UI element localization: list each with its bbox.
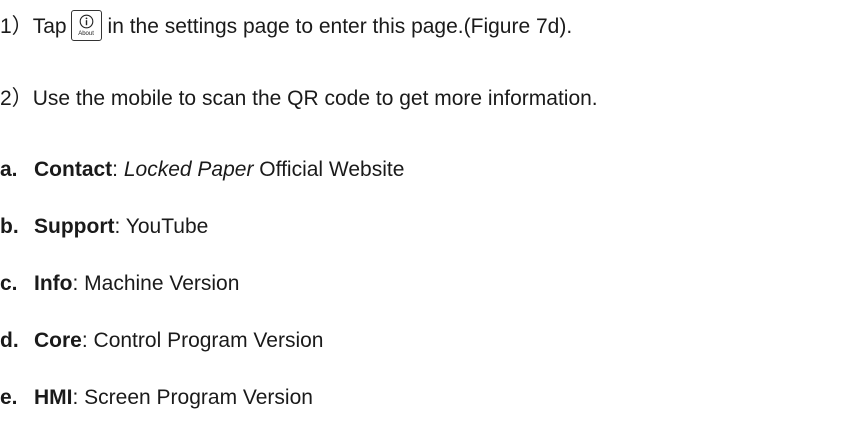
step-number: 2） [0, 87, 33, 110]
item-letter: e. [0, 386, 18, 409]
step-text: Use the mobile to scan the QR code to ge… [32, 87, 598, 110]
info-icon [79, 14, 93, 29]
step-number: 1） [0, 15, 33, 39]
item-description: Official Website [253, 158, 405, 181]
item-letter: b. [0, 215, 19, 238]
list-item: a. Contact: Locked Paper Official Website [0, 157, 404, 183]
about-button: About [70, 10, 102, 41]
list-item: d. Core: Control Program Version [0, 328, 323, 354]
list-item: c. Info: Machine Version [0, 271, 239, 297]
item-term: HMI [34, 386, 73, 409]
item-italic: Locked Paper [123, 158, 254, 181]
item-separator: : [112, 158, 119, 181]
item-description: Machine Version [78, 272, 240, 295]
about-label: About [78, 31, 94, 37]
item-term: Core [34, 329, 82, 352]
item-letter: d. [0, 329, 19, 352]
item-letter: a. [0, 158, 18, 181]
list-item: e. HMI: Screen Program Version [0, 385, 313, 411]
item-description: Screen Program Version [78, 386, 313, 409]
item-term: Contact [34, 158, 113, 181]
item-term: Info [34, 272, 73, 295]
item-description: YouTube [120, 215, 209, 238]
item-letter: c. [0, 272, 18, 295]
step-text: in the settings page to enter this page.… [107, 15, 573, 39]
step-1: 1）Tap About in the settings page to ente… [0, 10, 573, 43]
step-2: 2）Use the mobile to scan the QR code to … [0, 86, 598, 112]
list-item: b. Support: YouTube [0, 214, 208, 240]
step-text: Tap [32, 15, 67, 39]
item-term: Support [34, 215, 115, 238]
item-description: Control Program Version [87, 329, 324, 352]
